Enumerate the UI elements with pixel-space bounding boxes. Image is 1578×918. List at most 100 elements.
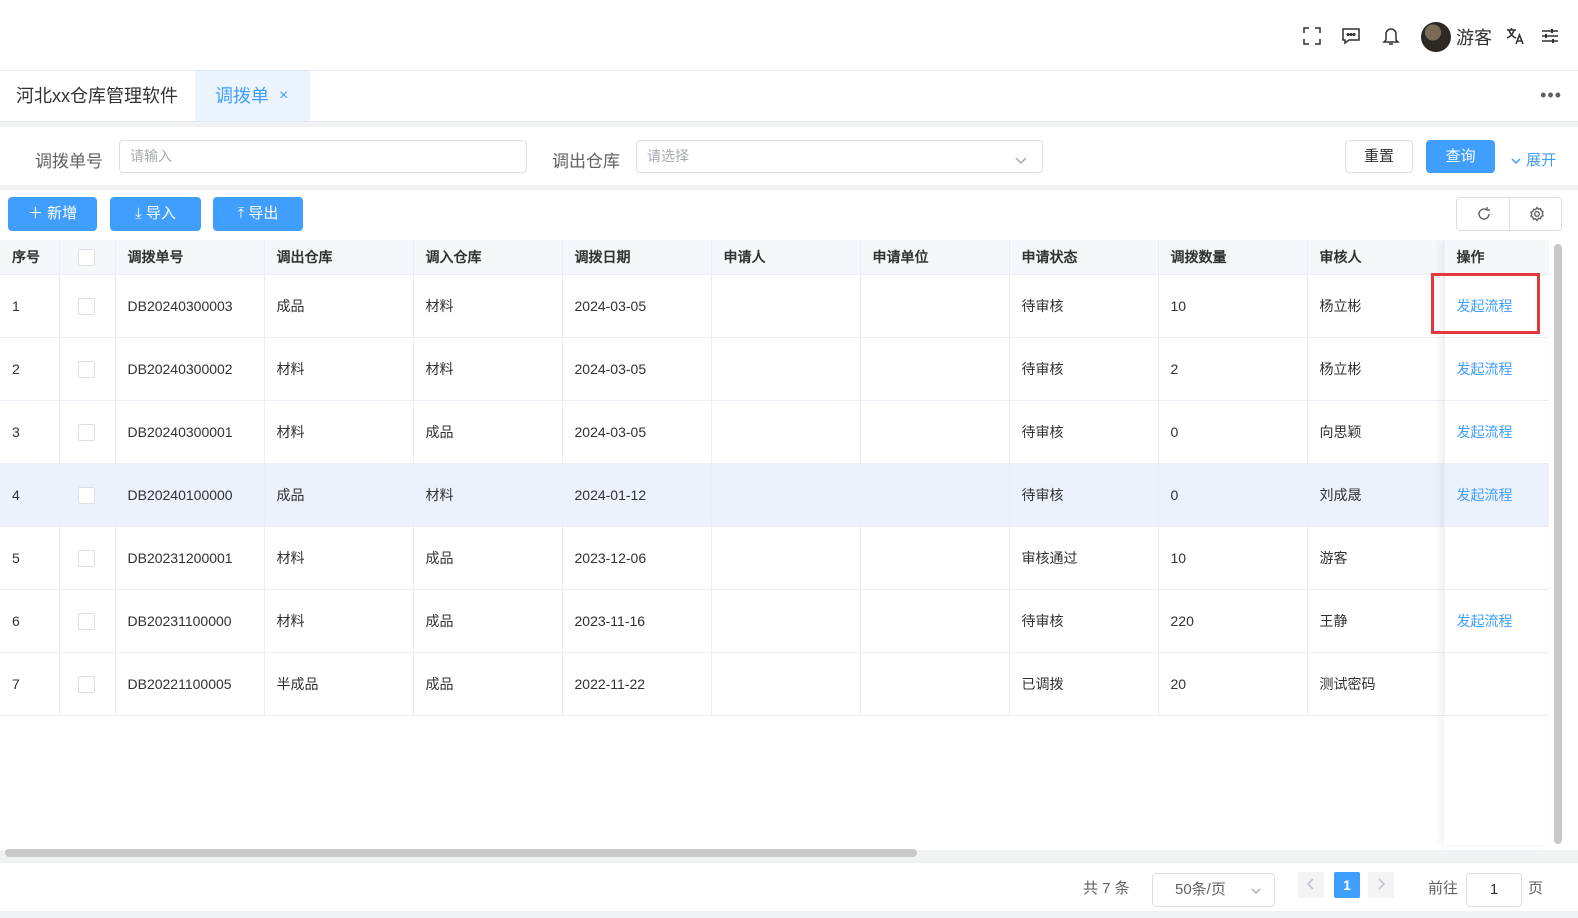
row-checkbox[interactable] [77, 549, 95, 567]
refresh-icon[interactable] [1476, 206, 1492, 222]
add-button[interactable]: ＋ 新增 [8, 197, 97, 231]
fullscreen-icon[interactable] [1302, 26, 1322, 46]
table-row[interactable]: 4 DB20240100000 成品 材料 2024-01-12 待审核 0 刘成晟 发起流程 [0, 463, 1549, 527]
cell-in-warehouse: 材料 [413, 463, 563, 527]
export-button[interactable]: ⤒ 导出 [213, 197, 303, 231]
row-checkbox[interactable] [77, 360, 95, 378]
table-row[interactable]: 6 DB20231100000 材料 成品 2023-11-16 待审核 220 王静 发起流程 [0, 589, 1549, 653]
download-icon: ⤓ [135, 205, 142, 222]
cell-transfer-date: 2024-03-05 [562, 400, 712, 464]
vertical-scrollbar[interactable] [1554, 244, 1562, 844]
cell-row-index: 2 [0, 337, 60, 401]
cell-applicant [711, 463, 861, 527]
cell-order-no: DB20240300003 [115, 274, 265, 338]
export-label: 导出 [248, 205, 279, 222]
page-number-current[interactable]: 1 [1334, 872, 1360, 898]
start-process-link[interactable]: 发起流程 [1457, 361, 1513, 377]
tabs-bar: 河北xx仓库管理软件 调拨单 × ••• [0, 71, 1578, 122]
cell-row-select [59, 526, 116, 590]
table-toolbar: ＋ 新增 ⤓ 导入 ⤒ 导出 [0, 190, 1578, 240]
plus-icon: ＋ [27, 205, 43, 222]
cell-in-warehouse: 成品 [413, 652, 563, 716]
row-checkbox[interactable] [77, 675, 95, 693]
bell-icon[interactable] [1381, 26, 1401, 46]
import-button[interactable]: ⤓ 导入 [110, 197, 201, 231]
avatar[interactable] [1421, 22, 1451, 52]
table-row[interactable]: 1 DB20240300003 成品 材料 2024-03-05 待审核 10 杨立彬 发起流程 [0, 274, 1549, 338]
cell-out-warehouse: 材料 [264, 337, 414, 401]
username[interactable]: 游客 [1456, 24, 1492, 50]
expand-link[interactable]: 展开 [1510, 149, 1556, 170]
cell-row-select [59, 463, 116, 527]
start-process-link[interactable]: 发起流程 [1457, 613, 1513, 629]
cell-row-index: 5 [0, 526, 60, 590]
cell-row-index: 7 [0, 652, 60, 716]
cell-auditor: 杨立彬 [1307, 337, 1445, 401]
tab-home[interactable]: 河北xx仓库管理软件 [0, 71, 194, 121]
out-warehouse-select[interactable]: 请选择 [636, 140, 1043, 173]
col-order-no: 调拨单号 [115, 240, 265, 275]
row-checkbox[interactable] [77, 612, 95, 630]
query-button[interactable]: 查询 [1426, 140, 1495, 173]
start-process-link[interactable]: 发起流程 [1457, 424, 1513, 440]
row-checkbox[interactable] [77, 486, 95, 504]
next-page-button[interactable] [1368, 872, 1394, 898]
cell-applicant-unit [860, 274, 1010, 338]
cell-applicant [711, 274, 861, 338]
cell-transfer-quantity: 10 [1158, 274, 1308, 338]
cell-auditor: 向思颖 [1307, 400, 1445, 464]
more-icon[interactable]: ••• [1540, 85, 1562, 106]
cell-row-index: 3 [0, 400, 60, 464]
table-row[interactable]: 2 DB20240300002 材料 材料 2024-03-05 待审核 2 杨立彬 发起流程 [0, 337, 1549, 401]
cell-action: 发起流程 [1444, 589, 1549, 653]
cell-transfer-date: 2022-11-22 [562, 652, 712, 716]
cell-auditor: 测试密码 [1307, 652, 1445, 716]
data-table: 序号 调拨单号 调出仓库 调入仓库 调拨日期 申请人 申请单位 申请状态 调拨数… [0, 240, 1578, 850]
cell-applicant-unit [860, 400, 1010, 464]
gear-icon[interactable] [1529, 206, 1545, 222]
settings-sliders-icon[interactable] [1540, 26, 1560, 46]
upload-icon: ⤒ [237, 205, 245, 222]
cell-in-warehouse: 材料 [413, 337, 563, 401]
table-row[interactable]: 3 DB20240300001 材料 成品 2024-03-05 待审核 0 向思颖 发起流程 [0, 400, 1549, 464]
col-in-warehouse: 调入仓库 [413, 240, 563, 275]
cell-apply-status: 待审核 [1009, 400, 1159, 464]
col-action: 操作 [1444, 240, 1549, 275]
translate-icon[interactable] [1505, 26, 1525, 46]
reset-button[interactable]: 重置 [1345, 140, 1413, 173]
goto-page-input[interactable]: 1 [1466, 873, 1522, 907]
cell-applicant-unit [860, 526, 1010, 590]
start-process-link[interactable]: 发起流程 [1457, 487, 1513, 503]
cell-transfer-quantity: 20 [1158, 652, 1308, 716]
annotation-box [1431, 273, 1540, 334]
table-row[interactable]: 5 DB20231200001 材料 成品 2023-12-06 审核通过 10 游客 [0, 526, 1549, 590]
cell-row-index: 4 [0, 463, 60, 527]
cell-auditor: 杨立彬 [1307, 274, 1445, 338]
message-icon[interactable] [1341, 26, 1361, 46]
cell-apply-status: 待审核 [1009, 589, 1159, 653]
close-icon[interactable]: × [279, 71, 288, 121]
table-row[interactable]: 7 DB20221100005 半成品 成品 2022-11-22 已调拨 20 测试密码 [0, 652, 1549, 716]
page-size-select[interactable]: 50条/页 [1152, 873, 1275, 907]
row-checkbox[interactable] [77, 297, 95, 315]
cell-apply-status: 待审核 [1009, 274, 1159, 338]
select-all-checkbox[interactable] [77, 248, 95, 266]
cell-action [1444, 526, 1549, 590]
tab-transfer-order[interactable]: 调拨单 × [195, 71, 310, 121]
cell-in-warehouse: 成品 [413, 400, 563, 464]
horizontal-scrollbar[interactable] [5, 849, 917, 857]
col-status: 申请状态 [1009, 240, 1159, 275]
prev-page-button[interactable] [1298, 872, 1324, 898]
order-no-input[interactable]: 请输入 [119, 140, 527, 173]
cell-transfer-date: 2024-03-05 [562, 274, 712, 338]
col-select-all[interactable] [59, 240, 116, 275]
cell-row-select [59, 589, 116, 653]
row-checkbox[interactable] [77, 423, 95, 441]
out-warehouse-label: 调出仓库 [552, 152, 620, 171]
cell-transfer-quantity: 10 [1158, 526, 1308, 590]
table-tools [1456, 197, 1562, 231]
cell-applicant-unit [860, 463, 1010, 527]
cell-applicant-unit [860, 337, 1010, 401]
order-no-label: 调拨单号 [35, 152, 103, 171]
cell-order-no: DB20221100005 [115, 652, 265, 716]
